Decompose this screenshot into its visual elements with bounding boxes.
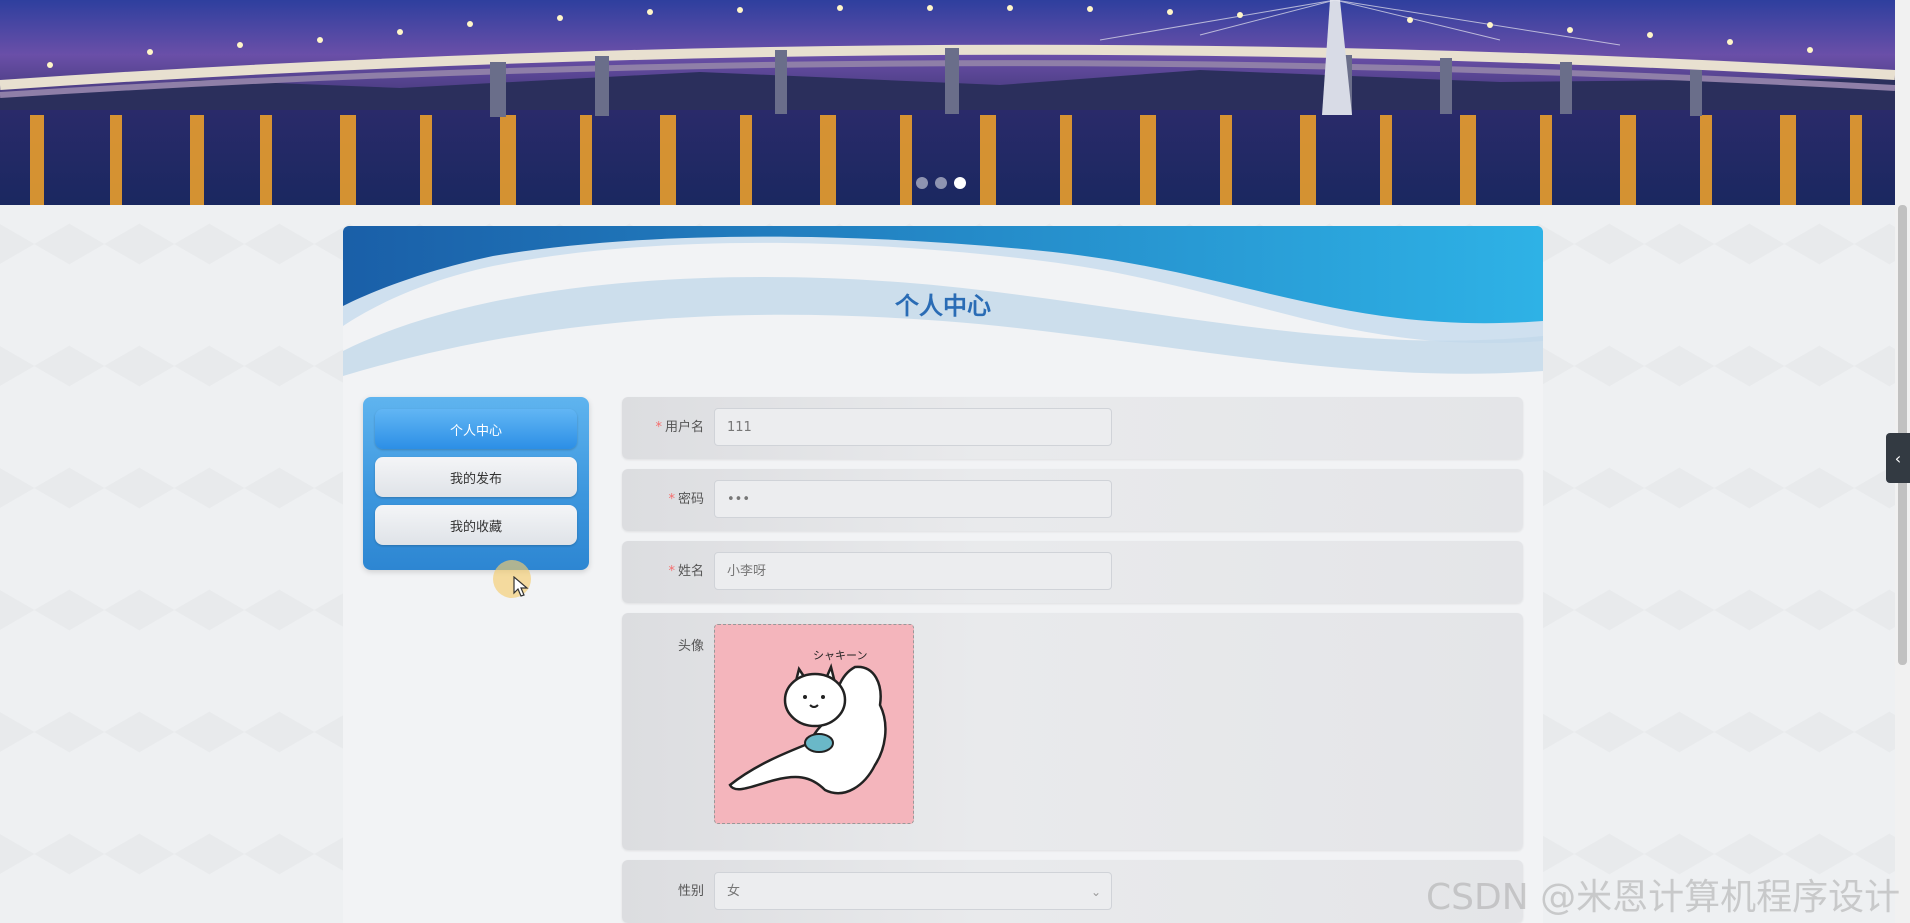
watermark: CSDN @米恩计算机程序设计 bbox=[1426, 877, 1901, 918]
password-input[interactable]: ••• bbox=[714, 480, 1112, 518]
name-input[interactable]: 小李呀 bbox=[714, 552, 1112, 590]
chevron-left-icon: ‹ bbox=[1894, 448, 1902, 468]
carousel-dot-1[interactable] bbox=[916, 177, 928, 189]
mouse-cursor-icon bbox=[513, 576, 529, 597]
menu-item-my-posts[interactable]: 我的发布 bbox=[375, 457, 577, 497]
avatar-upload[interactable]: シャキーン bbox=[714, 624, 914, 824]
profile-panel: 个人中心 个人中心 我的发布 我的收藏 * 用户名 111 * 密码 ••• * 姓名… bbox=[343, 226, 1543, 923]
name-label: * 姓名 bbox=[604, 541, 704, 603]
password-label-text: 密码 bbox=[677, 492, 704, 507]
gender-select[interactable]: 女 ⌄ bbox=[714, 872, 1112, 910]
username-label-text: 用户名 bbox=[664, 420, 704, 435]
carousel-indicators bbox=[916, 177, 966, 189]
side-collapse-tab[interactable]: ‹ bbox=[1886, 433, 1910, 483]
page-title: 个人中心 bbox=[895, 292, 991, 320]
required-mark: * bbox=[668, 564, 675, 579]
name-label-text: 姓名 bbox=[677, 564, 704, 579]
username-input[interactable]: 111 bbox=[714, 408, 1112, 446]
bridge-night-image bbox=[0, 0, 1895, 205]
avatar-label: 头像 bbox=[677, 639, 704, 654]
form-row-name: * 姓名 小李呀 bbox=[622, 541, 1523, 603]
form-row-gender: 性别 女 ⌄ bbox=[622, 860, 1523, 923]
required-mark: * bbox=[655, 420, 662, 435]
form-row-password: * 密码 ••• bbox=[622, 469, 1523, 531]
avatar-cat-image: シャキーン bbox=[715, 625, 913, 823]
avatar-caption: シャキーン bbox=[813, 649, 867, 662]
form-row-avatar: 头像 シャキーン bbox=[622, 613, 1523, 850]
banner-carousel bbox=[0, 0, 1895, 205]
carousel-dot-2[interactable] bbox=[935, 177, 947, 189]
gender-value: 女 bbox=[727, 884, 741, 899]
menu-item-profile[interactable]: 个人中心 bbox=[375, 409, 577, 449]
username-label: * 用户名 bbox=[604, 397, 704, 459]
gender-label: 性别 bbox=[677, 884, 704, 899]
password-label: * 密码 bbox=[604, 469, 704, 531]
carousel-dot-3[interactable] bbox=[954, 177, 966, 189]
menu-item-my-favorites[interactable]: 我的收藏 bbox=[375, 505, 577, 545]
required-mark: * bbox=[668, 492, 675, 507]
side-menu: 个人中心 我的发布 我的收藏 bbox=[363, 397, 589, 570]
form-row-username: * 用户名 111 bbox=[622, 397, 1523, 459]
chevron-down-icon: ⌄ bbox=[1090, 885, 1101, 899]
